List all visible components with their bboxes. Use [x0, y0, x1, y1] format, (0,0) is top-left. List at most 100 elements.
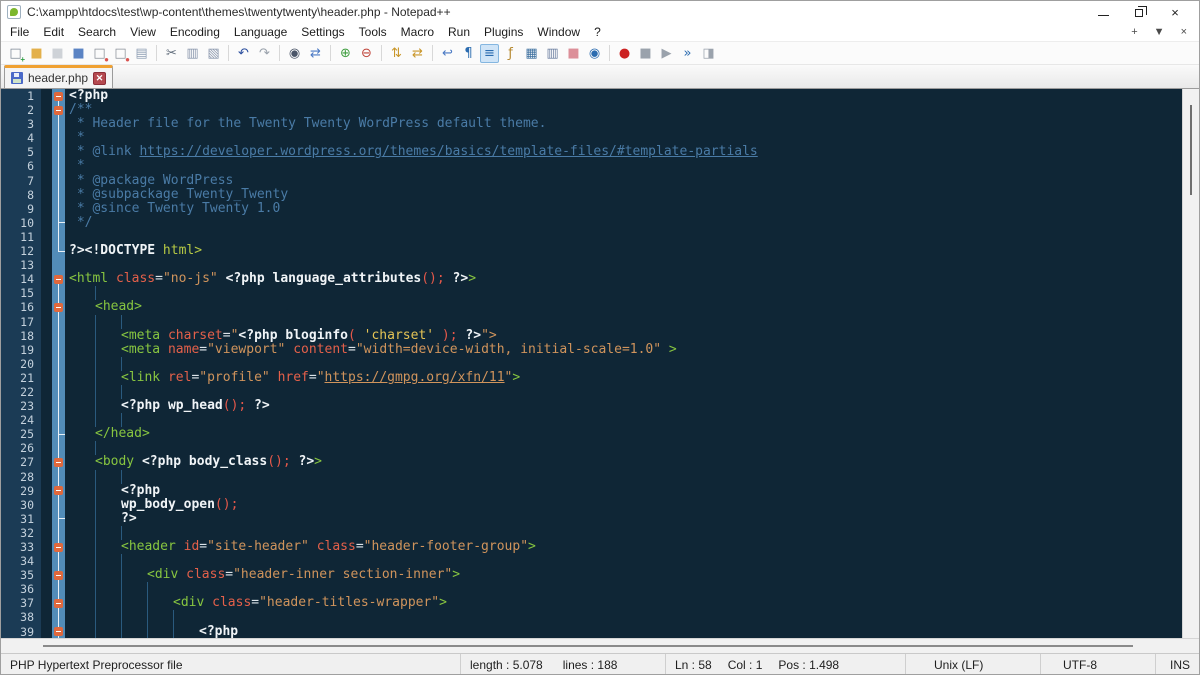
- code-line[interactable]: 3 * Header file for the Twenty Twenty Wo…: [1, 117, 1182, 131]
- code-line[interactable]: 9 * @since Twenty Twenty 1.0: [1, 202, 1182, 216]
- bookmark-margin[interactable]: [41, 315, 52, 329]
- menu-macro[interactable]: Macro: [394, 24, 441, 40]
- document-map-icon[interactable]: ▦: [522, 44, 541, 63]
- code-line[interactable]: 28: [1, 470, 1182, 484]
- bookmark-margin[interactable]: [41, 300, 52, 314]
- code-line[interactable]: 35<div class="header-inner section-inner…: [1, 568, 1182, 582]
- bookmark-margin[interactable]: [41, 230, 52, 244]
- document-list-icon[interactable]: ▥: [543, 44, 562, 63]
- menu-settings[interactable]: Settings: [294, 24, 351, 40]
- code-line[interactable]: 32: [1, 526, 1182, 540]
- code-line[interactable]: 29<?php: [1, 484, 1182, 498]
- fold-collapse-icon[interactable]: [52, 625, 65, 638]
- replace-icon[interactable]: ⇄: [306, 44, 325, 63]
- show-all-characters-icon[interactable]: ¶: [459, 44, 478, 63]
- tab-list-dropdown[interactable]: ▼: [1154, 26, 1165, 38]
- macro-run-multiple-icon[interactable]: »: [678, 44, 697, 63]
- bookmark-margin[interactable]: [41, 117, 52, 131]
- bookmark-margin[interactable]: [41, 413, 52, 427]
- bookmark-margin[interactable]: [41, 399, 52, 413]
- bookmark-margin[interactable]: [41, 625, 52, 638]
- word-wrap-icon[interactable]: ↩: [438, 44, 457, 63]
- code-line[interactable]: 30wp_body_open();: [1, 498, 1182, 512]
- fold-collapse-icon[interactable]: [52, 596, 65, 610]
- code-line[interactable]: 10 */: [1, 216, 1182, 230]
- copy-icon[interactable]: ▥: [183, 44, 202, 63]
- code-line[interactable]: 12?><!DOCTYPE html>: [1, 244, 1182, 258]
- bookmark-margin[interactable]: [41, 329, 52, 343]
- menu-file[interactable]: File: [3, 24, 36, 40]
- bookmark-margin[interactable]: [41, 272, 52, 286]
- code-line[interactable]: 15: [1, 286, 1182, 300]
- bookmark-margin[interactable]: [41, 343, 52, 357]
- code-line[interactable]: 21<link rel="profile" href="https://gmpg…: [1, 371, 1182, 385]
- horizontal-scrollbar[interactable]: [1, 638, 1199, 653]
- macro-save-icon[interactable]: ◨: [699, 44, 718, 63]
- macro-stop-icon[interactable]: ■: [636, 44, 655, 63]
- menu-window[interactable]: Window: [530, 24, 587, 40]
- menu-encoding[interactable]: Encoding: [163, 24, 227, 40]
- code-line[interactable]: 26: [1, 441, 1182, 455]
- status-insert-mode[interactable]: INS: [1155, 654, 1199, 675]
- print-icon[interactable]: ▤: [132, 44, 151, 63]
- bookmark-margin[interactable]: [41, 159, 52, 173]
- menu-tools[interactable]: Tools: [352, 24, 394, 40]
- status-eol-format[interactable]: Unix (LF): [905, 654, 1040, 675]
- bookmark-margin[interactable]: [41, 610, 52, 624]
- macro-record-icon[interactable]: ●: [615, 44, 634, 63]
- bookmark-margin[interactable]: [41, 582, 52, 596]
- vertical-scrollbar[interactable]: [1182, 89, 1199, 638]
- close-all-icon[interactable]: □●: [111, 44, 130, 63]
- bookmark-margin[interactable]: [41, 455, 52, 469]
- tab-header-php[interactable]: header.php ✕: [4, 65, 113, 88]
- code-line[interactable]: 24: [1, 413, 1182, 427]
- close-document-button[interactable]: ×: [1181, 26, 1187, 38]
- fold-collapse-icon[interactable]: [52, 455, 65, 469]
- new-file-icon[interactable]: □+: [6, 44, 25, 63]
- undo-icon[interactable]: ↶: [234, 44, 253, 63]
- code-line[interactable]: 36: [1, 582, 1182, 596]
- code-line[interactable]: 31?>: [1, 512, 1182, 526]
- bookmark-margin[interactable]: [41, 103, 52, 117]
- bookmark-margin[interactable]: [41, 540, 52, 554]
- bookmark-margin[interactable]: [41, 512, 52, 526]
- code-line[interactable]: 38: [1, 610, 1182, 624]
- bookmark-margin[interactable]: [41, 131, 52, 145]
- function-list-icon[interactable]: ƒ: [501, 44, 520, 63]
- bookmark-margin[interactable]: [41, 258, 52, 272]
- bookmark-margin[interactable]: [41, 498, 52, 512]
- code-line[interactable]: 2/**: [1, 103, 1182, 117]
- bookmark-margin[interactable]: [41, 216, 52, 230]
- fold-collapse-icon[interactable]: [52, 272, 65, 286]
- paste-icon[interactable]: ▧: [204, 44, 223, 63]
- bookmark-margin[interactable]: [41, 202, 52, 216]
- code-line[interactable]: 6 *: [1, 159, 1182, 173]
- bookmark-margin[interactable]: [41, 286, 52, 300]
- code-line[interactable]: 16<head>: [1, 300, 1182, 314]
- bookmark-margin[interactable]: [41, 357, 52, 371]
- code-line[interactable]: 33<header id="site-header" class="header…: [1, 540, 1182, 554]
- code-line[interactable]: 14<html class="no-js" <?php language_att…: [1, 272, 1182, 286]
- code-line[interactable]: 34: [1, 554, 1182, 568]
- horizontal-scrollbar-thumb[interactable]: [43, 645, 1133, 647]
- bookmark-margin[interactable]: [41, 174, 52, 188]
- close-button[interactable]: ×: [1169, 6, 1181, 18]
- save-all-icon[interactable]: ■: [69, 44, 88, 63]
- fold-collapse-icon[interactable]: [52, 89, 65, 103]
- bookmark-margin[interactable]: [41, 371, 52, 385]
- show-indent-guide-icon[interactable]: ≡: [480, 44, 499, 63]
- bookmark-margin[interactable]: [41, 244, 52, 258]
- bookmark-margin[interactable]: [41, 526, 52, 540]
- code-line[interactable]: 20: [1, 357, 1182, 371]
- sync-scroll-vertical-icon[interactable]: ⇅: [387, 44, 406, 63]
- status-encoding[interactable]: UTF-8: [1040, 654, 1155, 675]
- bookmark-margin[interactable]: [41, 596, 52, 610]
- code-area[interactable]: 1<?php2/**3 * Header file for the Twenty…: [1, 89, 1182, 638]
- code-line[interactable]: 13: [1, 258, 1182, 272]
- bookmark-margin[interactable]: [41, 89, 52, 103]
- minimize-button[interactable]: [1098, 9, 1109, 16]
- code-line[interactable]: 23<?php wp_head(); ?>: [1, 399, 1182, 413]
- restore-button[interactable]: [1135, 9, 1143, 17]
- monitoring-icon[interactable]: ◉: [585, 44, 604, 63]
- menu-plugins[interactable]: Plugins: [477, 24, 530, 40]
